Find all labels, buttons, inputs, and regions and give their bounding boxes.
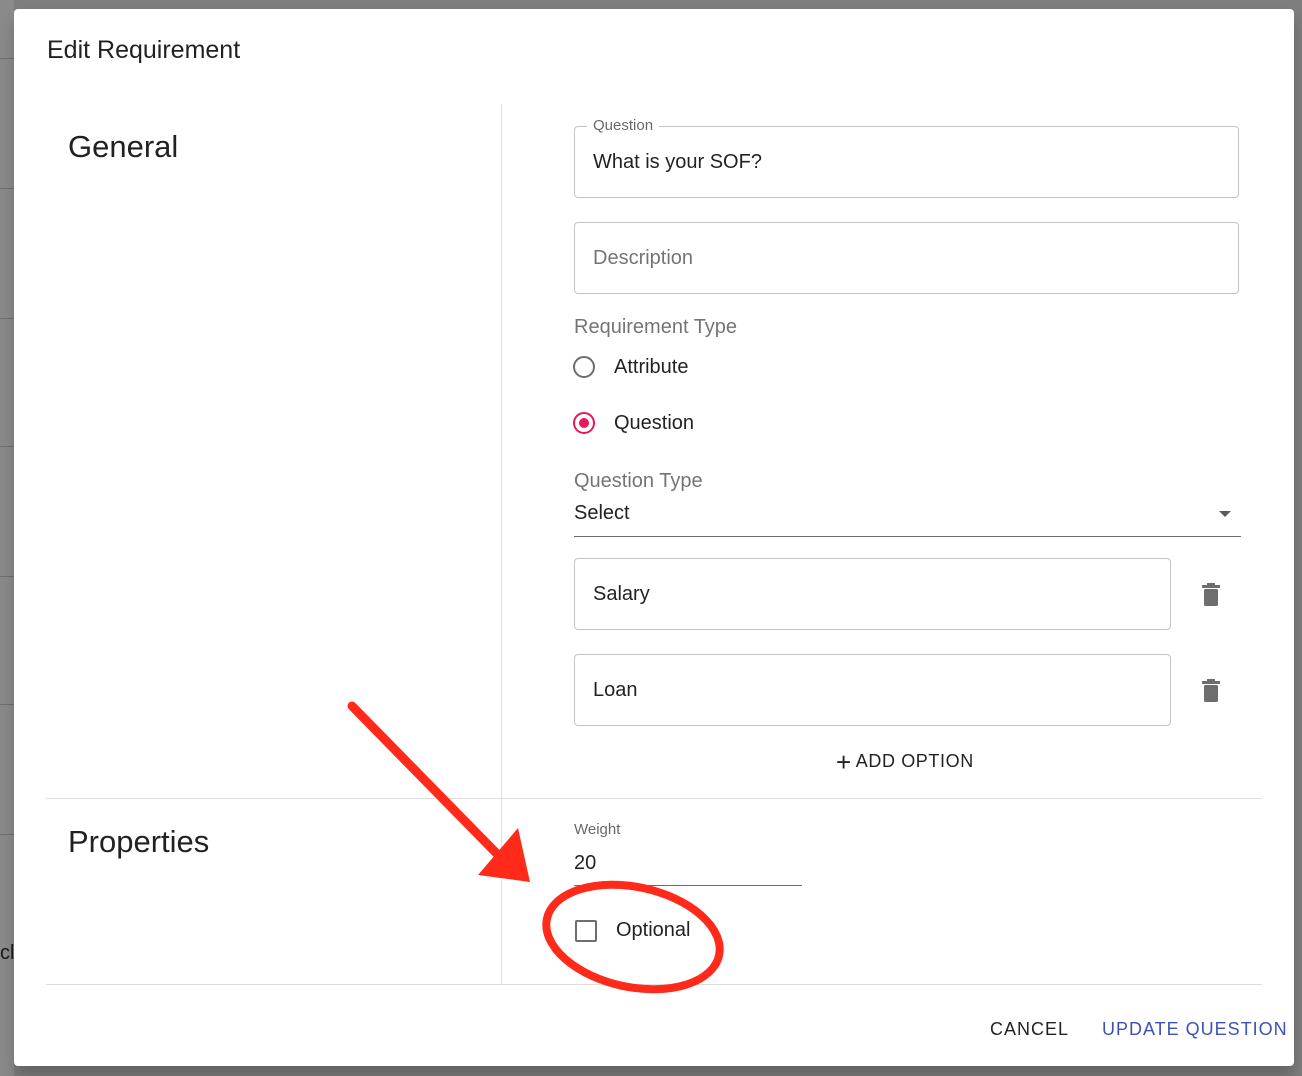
radio-attribute[interactable]: Attribute <box>573 352 688 382</box>
update-question-button[interactable]: UPDATE QUESTION <box>1102 1019 1288 1040</box>
radio-attribute-circle[interactable] <box>573 356 595 378</box>
section-divider <box>46 798 1262 799</box>
general-heading: General <box>68 129 179 164</box>
add-option-label: ADD OPTION <box>855 751 974 771</box>
dropdown-arrow-icon <box>1219 511 1231 517</box>
weight-value: 20 <box>574 852 597 874</box>
requirement-type-label: Requirement Type <box>574 316 738 338</box>
optional-checkbox-row[interactable]: Optional <box>575 919 691 942</box>
backdrop <box>0 0 14 1076</box>
radio-question[interactable]: Question <box>573 408 694 438</box>
weight-label: Weight <box>574 821 621 838</box>
description-placeholder: Description <box>593 247 694 269</box>
question-type-select[interactable]: Select <box>574 499 1241 537</box>
radio-question-circle[interactable] <box>573 412 595 434</box>
radio-attribute-label: Attribute <box>614 355 689 378</box>
edit-requirement-dialog: Edit Requirement General Properties Ques… <box>14 9 1294 1066</box>
properties-heading: Properties <box>68 824 210 859</box>
plus-icon: + <box>836 746 852 777</box>
radio-question-label: Question <box>614 411 695 434</box>
cancel-button[interactable]: CANCEL <box>990 1019 1069 1040</box>
dialog-title: Edit Requirement <box>47 36 241 64</box>
add-option-button[interactable]: + ADD OPTION <box>836 746 974 777</box>
weight-input[interactable]: 20 <box>574 849 802 886</box>
option-field-salary[interactable]: Salary <box>574 558 1171 630</box>
optional-checkbox[interactable] <box>575 919 597 942</box>
option-field-loan[interactable]: Loan <box>574 654 1171 726</box>
trash-icon[interactable] <box>1201 583 1221 607</box>
question-type-label: Question Type <box>574 470 703 492</box>
optional-label: Optional <box>616 919 691 941</box>
question-type-value: Select <box>574 502 630 524</box>
question-field-legend: Question <box>587 117 660 134</box>
option-value-loan: Loan <box>593 679 638 701</box>
question-field-value: What is your SOF? <box>593 151 762 173</box>
vertical-divider <box>501 104 502 985</box>
question-field[interactable]: Question What is your SOF? <box>574 117 1239 198</box>
trash-icon[interactable] <box>1201 679 1221 703</box>
option-value-salary: Salary <box>593 583 650 605</box>
background-text: cl <box>0 942 15 964</box>
footer-divider <box>46 984 1262 985</box>
description-field[interactable]: Description <box>574 222 1239 294</box>
